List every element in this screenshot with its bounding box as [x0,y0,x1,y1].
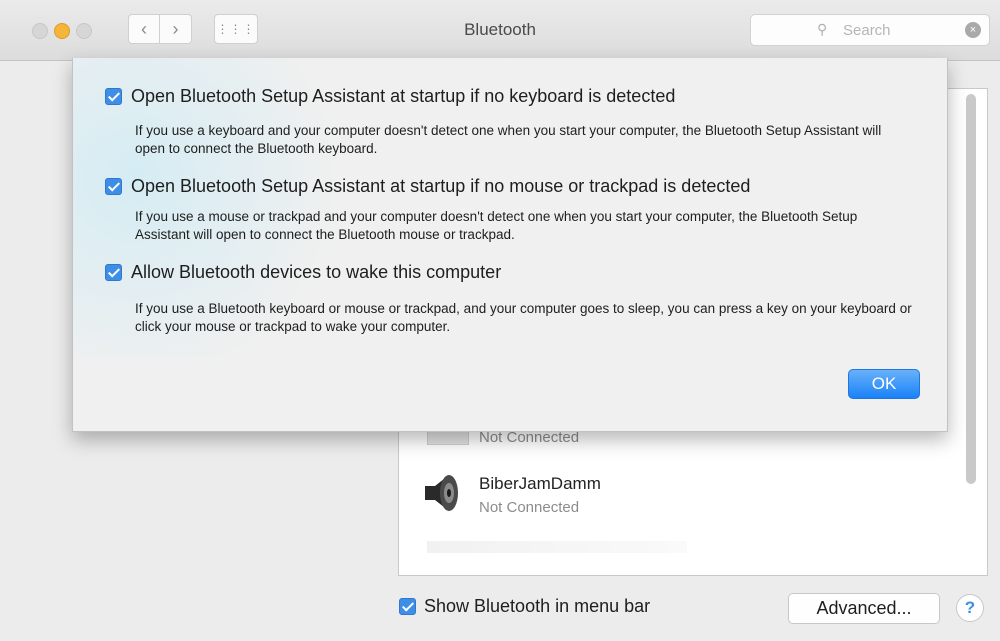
option-wake-computer[interactable]: Allow Bluetooth devices to wake this com… [105,262,501,283]
ok-button[interactable]: OK [848,369,920,399]
device-name: BiberJamDamm [479,474,601,493]
option-label: Open Bluetooth Setup Assistant at startu… [131,86,676,106]
help-button[interactable]: ? [956,594,984,622]
device-status: Not Connected [479,499,580,516]
title-bar: ‹ › ⋮⋮⋮ Bluetooth ⚲ Search × [0,0,1000,61]
speaker-icon [425,475,458,511]
option-label: Allow Bluetooth devices to wake this com… [131,262,502,282]
option-description: If you use a mouse or trackpad and your … [135,209,858,242]
option-keyboard-setup[interactable]: Open Bluetooth Setup Assistant at startu… [105,86,675,107]
show-in-menu-bar-checkbox[interactable]: Show Bluetooth in menu bar [399,596,650,617]
clear-search-icon[interactable]: × [965,22,981,38]
checkbox-checked-icon[interactable] [105,178,122,195]
checkbox-checked-icon[interactable] [399,598,416,615]
checkbox-checked-icon[interactable] [105,264,122,281]
search-field[interactable]: ⚲ Search × [750,14,990,46]
checkbox-checked-icon[interactable] [105,88,122,105]
option-label: Open Bluetooth Setup Assistant at startu… [131,176,751,196]
show-in-menu-bar-label: Show Bluetooth in menu bar [424,596,651,616]
option-mouse-setup[interactable]: Open Bluetooth Setup Assistant at startu… [105,176,750,197]
search-icon: ⚲ [817,21,828,37]
device-row-partial [427,541,687,553]
advanced-button[interactable]: Advanced... [788,593,940,624]
option-description: If you use a keyboard and your computer … [135,123,882,156]
search-placeholder: Search [843,22,891,39]
device-list-scrollbar[interactable] [966,94,976,484]
option-description: If you use a Bluetooth keyboard or mouse… [135,301,912,334]
advanced-settings-sheet: Open Bluetooth Setup Assistant at startu… [72,58,948,432]
